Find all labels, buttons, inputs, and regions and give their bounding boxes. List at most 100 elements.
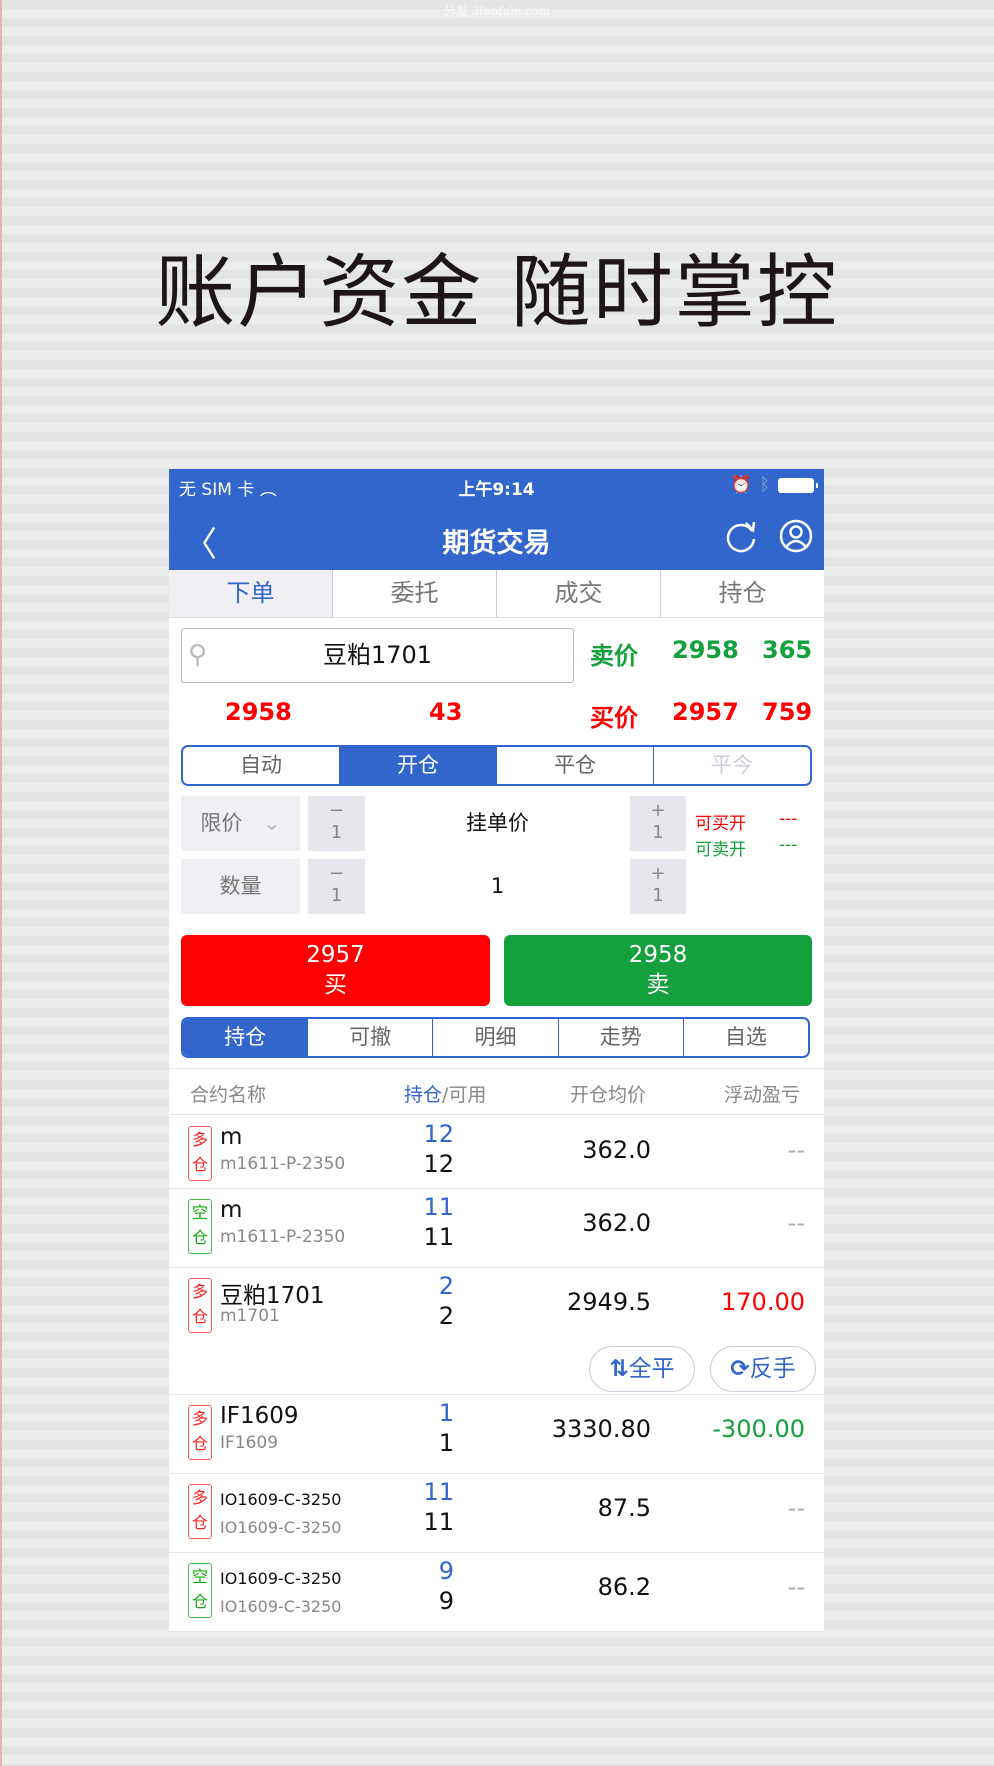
chevron-down-icon: ⌄: [263, 811, 281, 835]
can-sell-label: 可卖开: [695, 840, 746, 860]
sell-button[interactable]: 2958 卖: [504, 935, 812, 1006]
subtab-cancelable[interactable]: 可撤: [308, 1019, 434, 1056]
swap-arrows-icon: ⇅: [609, 1356, 629, 1382]
status-bar: 无 SIM 卡 ︵ 上午9:14 ⏰ ᛒ: [169, 469, 824, 503]
contract-name: 豆粕1701: [322, 641, 433, 669]
headline: 账户资金 随时掌控: [155, 246, 839, 339]
price-type-value: 限价: [200, 811, 243, 835]
can-buy-value: ---: [779, 809, 798, 829]
direction-badge: 多仓: [188, 1126, 212, 1181]
step-value: 1: [330, 885, 343, 906]
direction-badge: 多仓: [188, 1278, 212, 1333]
close-all-button[interactable]: ⇅全平: [589, 1346, 695, 1392]
status-icons: ⏰ ᛒ: [730, 475, 818, 495]
price-plus-button[interactable]: +1: [630, 796, 686, 851]
subtab-watchlist[interactable]: 自选: [684, 1019, 808, 1056]
subtab-trend[interactable]: 走势: [559, 1019, 684, 1056]
table-row[interactable]: 多仓 IF1609 IF1609 1 1 3330.80 -300.00: [169, 1395, 824, 1474]
subtab-details[interactable]: 明细: [433, 1019, 559, 1056]
quantity-input[interactable]: 1: [365, 859, 630, 914]
direction-badge: 多仓: [188, 1484, 212, 1539]
table-row[interactable]: 多仓 豆粕1701 m1701 2 2 2949.5 170.00 ⇅全平 ⟳反手: [169, 1268, 824, 1395]
qty-minus-button[interactable]: −1: [308, 859, 365, 914]
reverse-button[interactable]: ⟳反手: [710, 1346, 816, 1392]
available-qty: 2: [438, 1302, 454, 1330]
table-row[interactable]: 空仓 m m1611-P-2350 11 11 362.0 --: [169, 1189, 824, 1268]
close-all-label: 全平: [628, 1356, 675, 1382]
subtab-positions[interactable]: 持仓: [183, 1019, 309, 1056]
main-tabs: 下单 委托 成交 持仓: [169, 570, 824, 618]
sell-button-label: 卖: [646, 972, 670, 998]
available-qty: 9: [438, 1587, 454, 1615]
mode-auto[interactable]: 自动: [183, 747, 340, 784]
buy-button-label: 买: [324, 972, 347, 998]
contract-name: IO1609-C-3250: [220, 1490, 342, 1509]
contract-code: IO1609-C-3250: [220, 1597, 342, 1616]
price-input[interactable]: 挂单价: [365, 796, 630, 851]
tab-entrust[interactable]: 委托: [333, 570, 497, 617]
price-minus-button[interactable]: −1: [308, 796, 365, 851]
user-icon[interactable]: [779, 519, 813, 553]
can-sell-value: ---: [779, 835, 798, 855]
mode-close-today[interactable]: 平今: [654, 747, 810, 784]
nav-bar: 〈 期货交易: [169, 503, 824, 570]
tab-deals[interactable]: 成交: [497, 570, 661, 617]
can-buy-label: 可买开: [695, 814, 746, 834]
contract-code: m1611-P-2350: [220, 1227, 346, 1247]
alarm-icon: ⏰: [730, 475, 752, 495]
tab-positions[interactable]: 持仓: [661, 570, 824, 617]
direction-suffix: 仓: [191, 1155, 208, 1174]
direction-text: 多: [191, 1409, 208, 1428]
qty-plus-button[interactable]: +1: [630, 859, 686, 914]
mode-close[interactable]: 平仓: [497, 747, 654, 784]
battery-icon: [778, 477, 818, 493]
table-row[interactable]: 多仓 m m1611-P-2350 12 12 362.0 --: [169, 1116, 824, 1189]
tab-order[interactable]: 下单: [169, 570, 333, 617]
mode-open[interactable]: 开仓: [340, 747, 497, 784]
search-icon: ⚲: [188, 640, 208, 670]
available-qty: 11: [423, 1508, 454, 1536]
avg-open-price: 3330.80: [551, 1415, 651, 1443]
plus-sign: +: [650, 863, 666, 884]
sell-price-label: 卖价: [590, 642, 638, 670]
contract-code: m1701: [220, 1306, 280, 1326]
reverse-label: 反手: [749, 1356, 796, 1382]
buy-volume: 759: [762, 698, 813, 726]
position-qty: 9: [438, 1557, 454, 1585]
price-type-select[interactable]: 限价 ⌄: [181, 796, 300, 851]
avg-open-price: 2949.5: [567, 1288, 651, 1316]
direction-badge: 空仓: [188, 1563, 212, 1618]
table-row[interactable]: 多仓 IO1609-C-3250 IO1609-C-3250 11 11 87.…: [169, 1474, 824, 1553]
header-avail: /可用: [442, 1084, 487, 1106]
sell-button-price: 2958: [628, 942, 688, 968]
position-qty: 11: [423, 1193, 454, 1221]
contract-name: m: [220, 1197, 243, 1223]
avg-open-price: 87.5: [597, 1494, 651, 1522]
sub-tabs: 持仓 可撤 明细 走势 自选: [181, 1017, 810, 1058]
position-qty: 1: [438, 1399, 454, 1427]
contract-name: 豆粕1701: [220, 1283, 325, 1309]
floating-pnl: --: [787, 1209, 805, 1237]
refresh-icon[interactable]: [724, 519, 758, 553]
watermark: 分发 3fenfale.com: [443, 4, 551, 18]
header-position: 持仓/可用: [404, 1080, 486, 1107]
avg-open-price: 362.0: [582, 1209, 651, 1237]
direction-suffix: 仓: [191, 1434, 208, 1453]
floating-pnl: --: [787, 1494, 805, 1522]
direction-badge: 空仓: [188, 1199, 212, 1254]
table-header: 合约名称 持仓/可用 开仓均价 浮动盈亏: [169, 1068, 824, 1115]
step-value: 1: [652, 885, 664, 906]
direction-suffix: 仓: [191, 1513, 208, 1532]
direction-text: 多: [191, 1488, 208, 1507]
direction-text: 多: [191, 1130, 208, 1149]
contract-search-input[interactable]: ⚲ 豆粕1701: [181, 628, 574, 683]
table-row[interactable]: 空仓 IO1609-C-3250 IO1609-C-3250 9 9 86.2 …: [169, 1553, 824, 1632]
direction-text: 空: [191, 1203, 208, 1222]
buy-button[interactable]: 2957 买: [181, 935, 490, 1006]
plus-sign: +: [650, 800, 666, 821]
available-qty: 12: [423, 1150, 454, 1178]
buy-price-label: 买价: [590, 704, 638, 732]
header-avg-price: 开仓均价: [570, 1084, 647, 1106]
minus-sign: −: [328, 863, 345, 884]
step-value: 1: [652, 822, 664, 843]
